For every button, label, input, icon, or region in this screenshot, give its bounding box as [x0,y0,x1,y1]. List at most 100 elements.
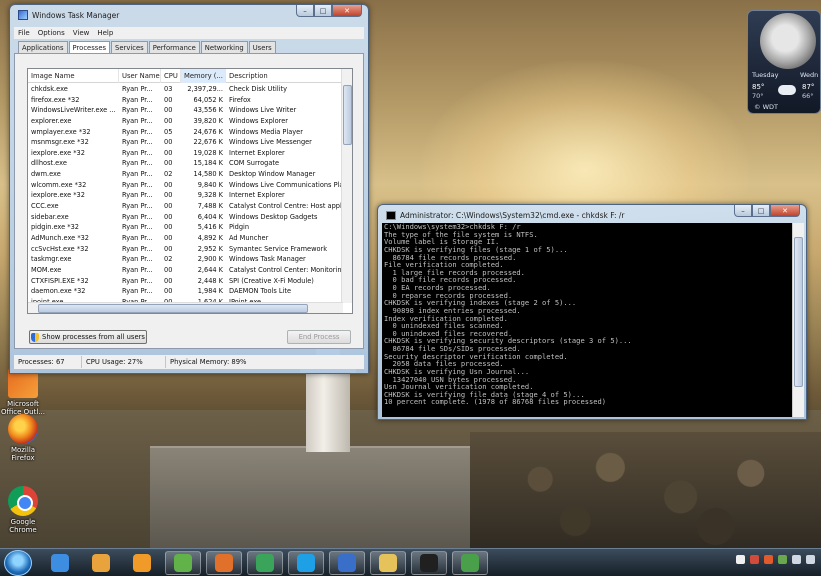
console-output[interactable]: C:\Windows\system32>chkdsk F: /r The type… [382,223,792,417]
process-image-name: daemon.exe *32 [31,287,86,296]
weather-gadget[interactable]: Tuesday Wedn 85° 70° 87° 66° © WDT [747,10,821,114]
table-row[interactable]: sidebar.exe Ryan Pr... 00 6,404 K Windows De… [28,212,342,223]
taskbar-button-task-manager[interactable] [452,551,488,575]
start-button[interactable] [4,550,32,576]
process-description: COM Surrogate [229,159,280,168]
table-row[interactable]: dllhost.exe Ryan Pr... 00 15,184 K COM Surro… [28,158,342,169]
cloud-icon [778,85,796,95]
process-image-name: iexplore.exe *32 [31,191,85,200]
tray-messenger-icon[interactable] [778,555,787,564]
close-button[interactable]: ✕ [770,205,800,217]
scroll-thumb[interactable] [38,304,308,313]
menu-help[interactable]: Help [97,29,113,37]
process-image-name: WindowsLiveWriter.exe ... [31,106,116,115]
table-row[interactable]: taskmgr.exe Ryan Pr... 02 2,900 K Windows Ta… [28,254,342,265]
close-button[interactable]: ✕ [332,5,362,17]
vertical-scrollbar[interactable] [792,223,804,417]
maximize-button[interactable]: □ [752,205,770,217]
cmd-titlebar[interactable]: Administrator: C:\Windows\System32\cmd.e… [386,209,624,221]
table-row[interactable]: explorer.exe Ryan Pr... 00 39,820 K Windows … [28,116,342,127]
weather-high-2: 87° [802,83,815,91]
table-row[interactable]: CCC.exe Ryan Pr... 00 7,488 K Catalyst Contr… [28,201,342,212]
minimize-button[interactable]: – [296,5,314,17]
taskbar-button-live-messenger[interactable] [165,551,201,575]
scroll-thumb[interactable] [343,85,352,145]
horizontal-scrollbar[interactable] [28,302,343,313]
tray-network-icon[interactable] [792,555,801,564]
maximize-button[interactable]: □ [314,5,332,17]
firefox-icon [8,414,38,444]
taskbar-button-explorer[interactable] [370,551,406,575]
scroll-thumb[interactable] [794,237,803,387]
table-row[interactable]: wlcomm.exe *32 Ryan Pr... 00 9,840 K Windows… [28,180,342,191]
tab-applications[interactable]: Applications [18,41,68,53]
column-image-name[interactable]: Image Name [28,69,119,83]
table-row[interactable]: iexplore.exe *32 Ryan Pr... 00 9,328 K Inter… [28,190,342,201]
minimize-button[interactable]: – [734,205,752,217]
taskbar-button-skype[interactable] [288,551,324,575]
process-memory: 2,644 K [197,265,223,274]
tab-users[interactable]: Users [248,41,276,53]
column-cpu[interactable]: CPU [161,69,181,83]
tray-antivirus-icon[interactable] [750,555,759,564]
tray-ati-icon[interactable] [764,555,773,564]
process-cpu: 00 [164,138,173,147]
tab-networking[interactable]: Networking [200,41,248,53]
taskbar-button-firefox[interactable] [206,551,242,575]
column-user-name[interactable]: User Name [119,69,161,83]
taskbar-button-live-writer[interactable] [329,551,365,575]
vertical-scrollbar[interactable] [341,69,352,303]
table-row[interactable]: chkdsk.exe Ryan Pr... 03 2,397,29... Check D… [28,84,342,95]
table-row[interactable]: firefox.exe *32 Ryan Pr... 00 64,052 K Firef… [28,95,342,106]
tray-arrow-icon[interactable] [736,555,745,564]
task-manager-window[interactable]: Windows Task Manager – □ ✕ File Options … [9,4,369,374]
table-row[interactable]: WindowsLiveWriter.exe ... Ryan Pr... 00 43,… [28,105,342,116]
show-all-processes-button[interactable]: Show processes from all users [29,330,147,344]
taskbar-button-media-player[interactable] [124,551,160,575]
taskbar-button-cmd[interactable] [411,551,447,575]
process-memory: 15,184 K [193,159,224,168]
process-cpu: 00 [164,106,173,115]
process-cpu: 00 [164,180,173,189]
table-row[interactable]: wmplayer.exe *32 Ryan Pr... 05 24,676 K Wind… [28,127,342,138]
process-image-name: ccSvcHst.exe *32 [31,244,89,253]
menu-file[interactable]: File [18,29,30,37]
desktop-icon-office[interactable]: Microsoft Office Outl... [0,368,46,416]
menu-view[interactable]: View [73,29,90,37]
end-process-button[interactable]: End Process [287,330,351,344]
table-row[interactable]: ccSvcHst.exe *32 Ryan Pr... 00 2,952 K Syman… [28,244,342,255]
desktop-icon-chrome[interactable]: Google Chrome [0,486,46,534]
desktop-icon-firefox[interactable]: Mozilla Firefox [0,414,46,462]
menu-options[interactable]: Options [38,29,65,37]
notification-area [736,555,815,564]
column-memory[interactable]: Memory (... [181,69,226,83]
process-cpu: 00 [164,202,173,211]
table-row[interactable]: daemon.exe *32 Ryan Pr... 00 1,984 K DAEMON … [28,286,342,297]
column-description[interactable]: Description [226,69,342,83]
cmd-window[interactable]: Administrator: C:\Windows\System32\cmd.e… [377,204,807,420]
task-manager-titlebar[interactable]: Windows Task Manager [18,9,119,21]
process-description: Windows Desktop Gadgets [229,212,318,221]
tray-volume-icon[interactable] [806,555,815,564]
status-bar: Processes: 67 CPU Usage: 27% Physical Me… [14,355,364,369]
table-row[interactable]: msnmsgr.exe *32 Ryan Pr... 00 22,676 K Windo… [28,137,342,148]
process-user-name: Ryan Pr... [122,148,153,157]
table-row[interactable]: CTXFISPI.EXE *32 Ryan Pr... 00 2,448 K SPI (… [28,276,342,287]
process-cpu: 00 [164,287,173,296]
process-cpu: 00 [164,223,173,232]
taskbar-button-outlook[interactable] [83,551,119,575]
table-row[interactable]: iexplore.exe *32 Ryan Pr... 00 19,028 K Inte… [28,148,342,159]
table-row[interactable]: pidgin.exe *32 Ryan Pr... 00 5,416 K Pidgin [28,222,342,233]
process-list[interactable]: Image Name User Name CPU Memory (... Des… [27,68,353,314]
process-image-name: dllhost.exe [31,159,67,168]
tab-services[interactable]: Services [111,41,148,53]
explorer-icon [379,554,397,572]
process-description: Ad Muncher [229,233,269,242]
tab-performance[interactable]: Performance [148,41,200,53]
table-row[interactable]: AdMunch.exe *32 Ryan Pr... 00 4,892 K Ad Mun… [28,233,342,244]
taskbar-button-ie[interactable] [42,551,78,575]
table-row[interactable]: dwm.exe Ryan Pr... 02 14,580 K Desktop Windo… [28,169,342,180]
taskbar-button-chrome[interactable] [247,551,283,575]
table-row[interactable]: MOM.exe Ryan Pr... 00 2,644 K Catalyst Contr… [28,265,342,276]
process-cpu: 00 [164,265,173,274]
